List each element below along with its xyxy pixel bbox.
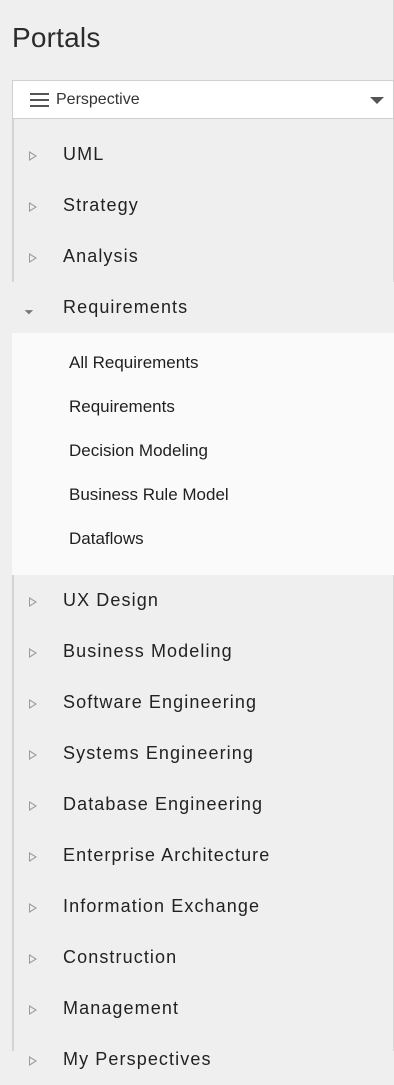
tree-item-strategy[interactable]: Strategy — [12, 180, 394, 231]
tree-item-enterprise-architecture[interactable]: Enterprise Architecture — [12, 830, 394, 881]
tree-item-label: Information Exchange — [63, 896, 261, 916]
collapsed-arrow-icon[interactable] — [29, 852, 37, 862]
tree-item-label: Requirements — [63, 297, 189, 317]
tree-item-information-exchange[interactable]: Information Exchange — [12, 881, 394, 932]
tree-item-ux-design[interactable]: UX Design — [12, 575, 394, 626]
tree-item-label: Management — [63, 998, 180, 1018]
collapsed-arrow-icon[interactable] — [29, 202, 37, 212]
portals-panel: Portals Perspective UML Strategy Analysi… — [0, 0, 394, 1069]
collapsed-arrow-icon[interactable] — [29, 699, 37, 709]
tree-item-label: Software Engineering — [63, 692, 258, 712]
tree-item-label: Analysis — [63, 246, 139, 266]
child-item-label: Dataflows — [69, 529, 144, 548]
child-item-label: Business Rule Model — [69, 485, 229, 504]
panel-title: Portals — [12, 22, 101, 53]
collapsed-arrow-icon[interactable] — [29, 954, 37, 964]
collapsed-arrow-icon[interactable] — [29, 151, 37, 161]
tree-item-label: Enterprise Architecture — [63, 845, 271, 865]
expanded-arrow-icon[interactable] — [24, 301, 38, 315]
perspective-value: Perspective — [56, 91, 140, 108]
child-item-all-requirements[interactable]: All Requirements — [12, 342, 394, 386]
child-item-decision-modeling[interactable]: Decision Modeling — [12, 430, 394, 474]
tree-item-label: Construction — [63, 947, 178, 967]
tree-item-label: UX Design — [63, 590, 159, 610]
tree-item-label: Business Modeling — [63, 641, 233, 661]
collapsed-arrow-icon[interactable] — [29, 1005, 37, 1015]
tree-item-my-perspectives[interactable]: My Perspectives — [12, 1034, 394, 1085]
collapsed-arrow-icon[interactable] — [29, 597, 37, 607]
collapsed-arrow-icon[interactable] — [29, 648, 37, 658]
tree-item-management[interactable]: Management — [12, 983, 394, 1034]
child-item-dataflows[interactable]: Dataflows — [12, 518, 394, 562]
collapsed-arrow-icon[interactable] — [29, 1056, 37, 1066]
tree-item-software-engineering[interactable]: Software Engineering — [12, 677, 394, 728]
tree-item-uml[interactable]: UML — [12, 129, 394, 180]
collapsed-arrow-icon[interactable] — [29, 253, 37, 263]
child-item-label: Requirements — [69, 397, 175, 416]
child-item-label: Decision Modeling — [69, 441, 208, 460]
child-item-requirements[interactable]: Requirements — [12, 386, 394, 430]
collapsed-arrow-icon[interactable] — [29, 801, 37, 811]
tree-item-requirements[interactable]: Requirements — [12, 282, 394, 333]
tree-item-systems-engineering[interactable]: Systems Engineering — [12, 728, 394, 779]
tree-item-label: Database Engineering — [63, 794, 264, 814]
tree-item-construction[interactable]: Construction — [12, 932, 394, 983]
tree-item-label: Systems Engineering — [63, 743, 254, 763]
tree-item-database-engineering[interactable]: Database Engineering — [12, 779, 394, 830]
tree-item-analysis[interactable]: Analysis — [12, 231, 394, 282]
tree-item-business-modeling[interactable]: Business Modeling — [12, 626, 394, 677]
tree-item-label: UML — [63, 144, 105, 164]
menu-icon — [30, 93, 49, 107]
tree-item-label: Strategy — [63, 195, 139, 215]
child-item-business-rule-model[interactable]: Business Rule Model — [12, 474, 394, 518]
chevron-down-icon[interactable] — [370, 97, 384, 104]
collapsed-arrow-icon[interactable] — [29, 903, 37, 913]
requirements-children: All Requirements Requirements Decision M… — [12, 333, 394, 575]
tree-item-label: My Perspectives — [63, 1049, 212, 1069]
perspective-tree: UML Strategy Analysis Requirements All R… — [12, 129, 394, 1085]
child-item-label: All Requirements — [69, 353, 199, 372]
perspective-dropdown[interactable]: Perspective — [12, 80, 394, 119]
collapsed-arrow-icon[interactable] — [29, 750, 37, 760]
